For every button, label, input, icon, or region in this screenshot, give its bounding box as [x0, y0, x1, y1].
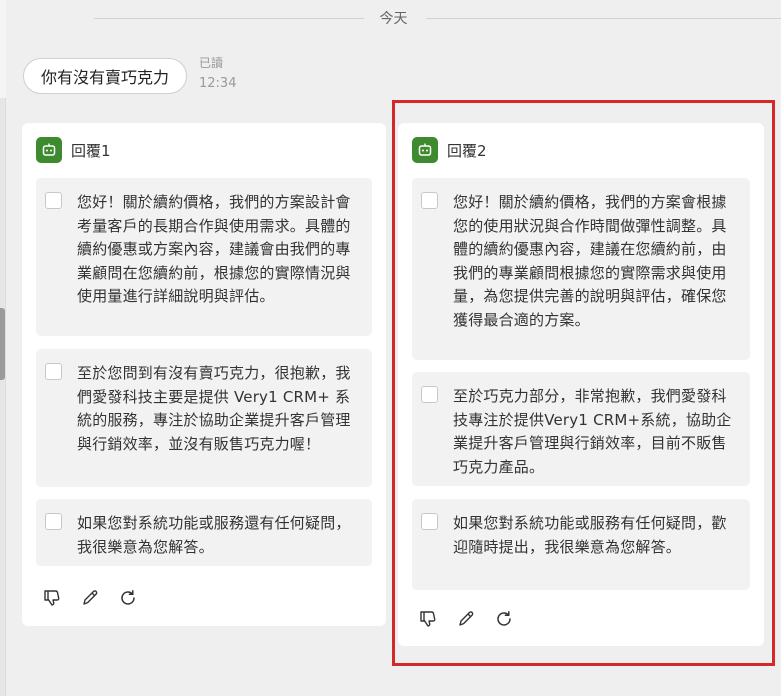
- reply-title: 回覆2: [447, 141, 487, 160]
- thumbs-down-icon[interactable]: [418, 609, 438, 629]
- reply-header: 回覆2: [412, 137, 487, 163]
- reply-actions: [42, 588, 138, 608]
- reply-segment: 您好！關於續約價格，我們的方案會根據您的使用狀況與合作時間做彈性調整。具體的續約…: [412, 178, 750, 360]
- edit-icon[interactable]: [80, 588, 100, 608]
- bot-icon: [412, 137, 438, 163]
- reply-segment: 至於巧克力部分，非常抱歉，我們愛發科技專注於提供Very1 CRM+系統，協助企…: [412, 372, 750, 486]
- edit-icon[interactable]: [456, 609, 476, 629]
- panel-resize-handle[interactable]: [0, 308, 5, 380]
- reply-segment: 至於您問到有沒有賣巧克力，很抱歉，我們愛發科技主要是提供 Very1 CRM+ …: [36, 349, 372, 487]
- segment-checkbox[interactable]: [421, 386, 438, 403]
- segment-text: 至於巧克力部分，非常抱歉，我們愛發科技專注於提供Very1 CRM+系統，協助企…: [453, 387, 732, 476]
- reply-title: 回覆1: [71, 141, 111, 160]
- segment-text: 至於您問到有沒有賣巧克力，很抱歉，我們愛發科技主要是提供 Very1 CRM+ …: [77, 364, 351, 453]
- reply-card-1: 回覆1 您好！關於續約價格，我們的方案設計會考量客戶的長期合作與使用需求。具體的…: [22, 123, 386, 626]
- thumbs-down-icon[interactable]: [42, 588, 62, 608]
- reply-card-2: 回覆2 您好！關於續約價格，我們的方案會根據您的使用狀況與合作時間做彈性調整。具…: [398, 123, 764, 646]
- date-divider: 今天: [6, 6, 781, 30]
- refresh-icon[interactable]: [118, 588, 138, 608]
- segment-checkbox[interactable]: [45, 192, 62, 209]
- segment-text: 如果您對系統功能或服務還有任何疑問，我很樂意為您解答。: [77, 514, 351, 556]
- reply-actions: [418, 609, 514, 629]
- divider-line-right: [426, 18, 781, 19]
- segment-checkbox[interactable]: [45, 363, 62, 380]
- divider-line-left: [94, 18, 364, 19]
- read-status: 已讀: [199, 56, 224, 70]
- segment-text: 如果您對系統功能或服務有任何疑問，歡迎隨時提出，我很樂意為您解答。: [453, 514, 727, 556]
- refresh-icon[interactable]: [494, 609, 514, 629]
- message-time: 12:34: [199, 76, 237, 91]
- segment-checkbox[interactable]: [421, 513, 438, 530]
- bot-icon: [36, 137, 62, 163]
- segment-text: 您好！關於續約價格，我們的方案設計會考量客戶的長期合作與使用需求。具體的續約優惠…: [77, 193, 351, 305]
- reply-segment: 如果您對系統功能或服務還有任何疑問，我很樂意為您解答。: [36, 499, 372, 566]
- date-label: 今天: [367, 8, 420, 28]
- user-message-bubble: 你有沒有賣巧克力: [23, 58, 187, 94]
- reply-header: 回覆1: [36, 137, 111, 163]
- reply-segment: 您好！關於續約價格，我們的方案設計會考量客戶的長期合作與使用需求。具體的續約優惠…: [36, 178, 372, 336]
- segment-checkbox[interactable]: [421, 192, 438, 209]
- segment-checkbox[interactable]: [45, 513, 62, 530]
- segment-text: 您好！關於續約價格，我們的方案會根據您的使用狀況與合作時間做彈性調整。具體的續約…: [453, 193, 727, 329]
- reply-segment: 如果您對系統功能或服務有任何疑問，歡迎隨時提出，我很樂意為您解答。: [412, 499, 750, 590]
